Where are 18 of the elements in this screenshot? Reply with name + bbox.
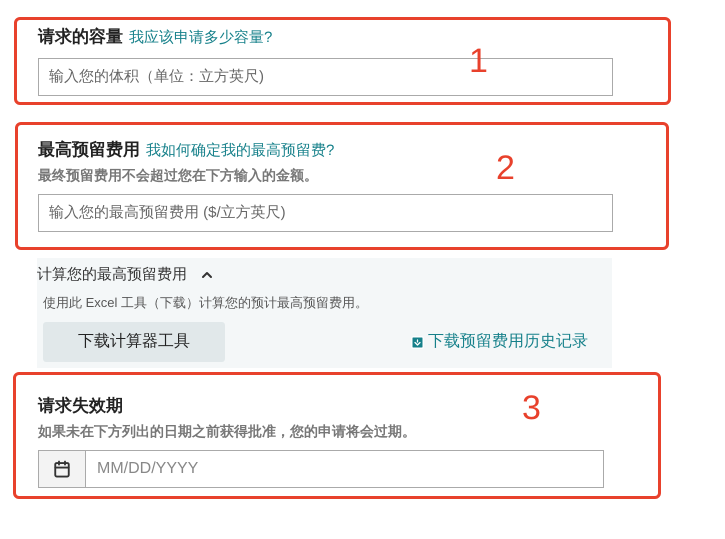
annotation-number: 3 — [522, 391, 541, 425]
field-hint: 最终预留费用不会超过您在下方输入的金额。 — [38, 166, 318, 184]
field-label: 请求失效期 — [38, 395, 123, 417]
calculator-toggle[interactable]: 计算您的最高预留费用 — [37, 264, 215, 286]
calendar-icon — [53, 460, 71, 478]
calculator-description: 使用此 Excel 工具（下载）计算您的预计最高预留费用。 — [43, 294, 370, 312]
help-link[interactable]: 我如何确定我的最高预留费? — [146, 140, 334, 162]
input-field[interactable]: 输入您的最高预留费用 ($/立方英尺) — [38, 194, 613, 232]
annotation-number: 2 — [496, 151, 515, 185]
field-label: 最高预留费用 — [38, 139, 140, 161]
calendar-button[interactable] — [39, 450, 86, 486]
download-history-link[interactable]: 下载预留费用历史记录 — [410, 330, 588, 354]
help-link[interactable]: 我应该申请多少容量? — [129, 27, 272, 50]
download-icon — [410, 334, 425, 350]
field-label: 请求的容量 — [38, 26, 123, 48]
field-hint: 如果未在下方列出的日期之前获得批准，您的申请将会过期。 — [38, 422, 416, 440]
date-field[interactable]: MM/DD/YYYY — [38, 450, 604, 488]
download-calculator-button[interactable]: 下载计算器工具 — [43, 322, 225, 362]
